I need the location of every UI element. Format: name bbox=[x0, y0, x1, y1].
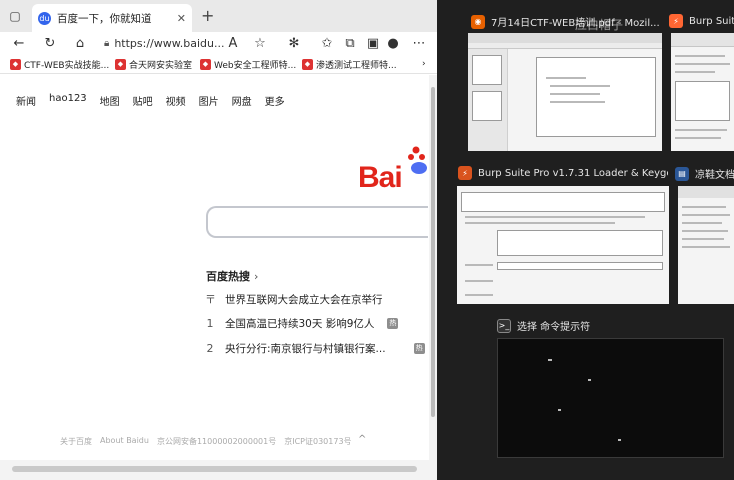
window-thumbnail-burp[interactable] bbox=[671, 33, 734, 151]
read-aloud-icon[interactable]: A bbox=[224, 34, 242, 52]
more-bookmarks-button[interactable]: › bbox=[422, 57, 426, 71]
bookmarks-bar: ◆ CTF-WEB实战技能... ◆ 合天网安实验室 ◆ Web安全工程师特..… bbox=[0, 54, 437, 74]
pin-icon: 〒 bbox=[205, 293, 216, 306]
footer-link[interactable]: About Baidu bbox=[100, 436, 149, 447]
window-thumbnail-burp-loader[interactable] bbox=[457, 186, 669, 304]
bookmark-icon: ◆ bbox=[302, 58, 313, 70]
favorites-icon[interactable]: ✩ bbox=[318, 34, 336, 52]
footer-text[interactable]: 京公网安备11000002000001号 bbox=[157, 436, 276, 447]
nav-link[interactable]: 新闻 bbox=[16, 93, 36, 108]
window-title-burp[interactable]: ⚡ Burp Suite Pro... bbox=[669, 14, 734, 28]
nav-link[interactable]: hao123 bbox=[49, 93, 87, 108]
window-thumbnail-pdf[interactable] bbox=[468, 33, 662, 151]
window-title-document[interactable]: ▤ 凉鞋文档 bbox=[675, 166, 734, 181]
baidu-favicon-icon: du bbox=[38, 11, 51, 25]
hot-search-item[interactable]: 〒 世界互联网大会成立大会在京举行 bbox=[205, 291, 383, 307]
more-menu-icon[interactable]: ⋯ bbox=[410, 34, 428, 52]
tab-close-icon[interactable]: ✕ bbox=[177, 12, 186, 25]
window-title-burp-loader[interactable]: ⚡ Burp Suite Pro v1.7.31 Loader & Keygen… bbox=[458, 166, 668, 180]
back-icon[interactable]: ← bbox=[10, 34, 28, 52]
hot-search-item[interactable]: 1 全国高温已持续30天 影响9亿人 热 bbox=[205, 316, 399, 331]
navigation-bar: ← ↻ ⌂ 🔒︎ https://www.baidu... A ☆ ✻ ✩ ⧉ … bbox=[0, 32, 437, 54]
baidu-page: 新闻 hao123 地图 贴吧 视频 图片 网盘 更多 Bai 百度热搜 › 〒… bbox=[0, 75, 428, 460]
lock-icon: 🔒︎ bbox=[104, 37, 110, 49]
nav-link[interactable]: 视频 bbox=[166, 93, 186, 108]
baidu-paw-icon bbox=[408, 146, 427, 174]
video-watermark: 应白帽子 bbox=[575, 18, 624, 32]
address-bar[interactable]: 🔒︎ https://www.baidu... bbox=[104, 33, 270, 53]
hot-badge: 热 bbox=[413, 343, 425, 354]
hot-search-item[interactable]: 2 央行分行:南京银行与村镇银行案... 热 bbox=[205, 341, 425, 356]
search-input[interactable] bbox=[206, 206, 428, 238]
bookmark-icon: ◆ bbox=[200, 58, 211, 70]
scrollbar-thumb[interactable] bbox=[12, 466, 417, 472]
burp-icon: ⚡ bbox=[669, 14, 683, 28]
burp-loader-icon: ⚡ bbox=[458, 166, 472, 180]
new-tab-button[interactable]: + bbox=[201, 6, 214, 25]
home-icon[interactable]: ⌂ bbox=[71, 34, 89, 52]
tab-bar: ▢ du 百度一下，你就知道 ✕ + bbox=[0, 0, 437, 32]
nav-link[interactable]: 贴吧 bbox=[133, 93, 153, 108]
bookmark-icon: ◆ bbox=[115, 58, 126, 70]
tab-baidu[interactable]: du 百度一下，你就知道 ✕ bbox=[32, 4, 192, 32]
baidu-top-nav: 新闻 hao123 地图 贴吧 视频 图片 网盘 更多 bbox=[16, 93, 285, 108]
nav-link[interactable]: 更多 bbox=[265, 93, 285, 108]
footer-link[interactable]: 关于百度 bbox=[60, 436, 92, 447]
bookmark-item[interactable]: ◆ 渗透测试工程师特... bbox=[302, 57, 397, 71]
nav-link[interactable]: 图片 bbox=[199, 93, 219, 108]
hot-badge: 热 bbox=[387, 318, 399, 329]
bookmark-item[interactable]: ◆ CTF-WEB实战技能... bbox=[10, 57, 109, 71]
window-thumbnail-cmd[interactable] bbox=[497, 338, 724, 458]
window-title-pdf[interactable]: ◉ 7月14日CTF-WEB培训.pdf - Mozil... bbox=[471, 14, 661, 29]
footer-text[interactable]: 京ICP证030173号 bbox=[284, 436, 351, 447]
nav-link[interactable]: 网盘 bbox=[232, 93, 252, 108]
chevron-right-icon: › bbox=[254, 269, 259, 283]
url-text: https://www.baidu... bbox=[114, 36, 225, 50]
firefox-icon: ◉ bbox=[471, 14, 485, 29]
document-icon: ▤ bbox=[675, 166, 689, 181]
bookmark-item[interactable]: ◆ Web安全工程师特... bbox=[200, 57, 296, 71]
bookmark-item[interactable]: ◆ 合天网安实验室 bbox=[115, 57, 192, 71]
baidu-logo: Bai bbox=[358, 161, 403, 194]
cmd-icon: >_ bbox=[497, 318, 511, 333]
collections-icon[interactable]: ⧉ bbox=[341, 34, 359, 52]
workspaces-icon[interactable]: ▢ bbox=[6, 7, 24, 25]
page-footer: 关于百度 About Baidu 京公网安备11000002000001号 京I… bbox=[60, 436, 352, 447]
tab-title: 百度一下，你就知道 bbox=[57, 12, 152, 25]
bookmark-icon: ◆ bbox=[10, 58, 21, 70]
caret-up-icon[interactable]: ^ bbox=[358, 434, 366, 445]
browser-window: ▢ du 百度一下，你就知道 ✕ + ← ↻ ⌂ 🔒︎ https://www.… bbox=[0, 0, 437, 480]
horizontal-scrollbar[interactable] bbox=[0, 460, 437, 480]
window-title-cmd[interactable]: >_ 选择 命令提示符 bbox=[497, 318, 657, 333]
task-view: ◉ 7月14日CTF-WEB培训.pdf - Mozil... ⚡ Burp S… bbox=[437, 0, 734, 480]
refresh-icon[interactable]: ↻ bbox=[41, 34, 59, 52]
window-thumbnail-document[interactable] bbox=[678, 186, 734, 304]
nav-link[interactable]: 地图 bbox=[100, 93, 120, 108]
copy-icon[interactable]: ▣ bbox=[364, 34, 382, 52]
add-favorite-icon[interactable]: ☆ bbox=[251, 34, 269, 52]
hot-search-title[interactable]: 百度热搜 › bbox=[206, 268, 258, 284]
vertical-scrollbar[interactable] bbox=[429, 75, 437, 460]
extensions-icon[interactable]: ✻ bbox=[285, 34, 303, 52]
profile-avatar-icon[interactable]: ● bbox=[384, 34, 402, 52]
scrollbar-thumb[interactable] bbox=[431, 87, 435, 417]
